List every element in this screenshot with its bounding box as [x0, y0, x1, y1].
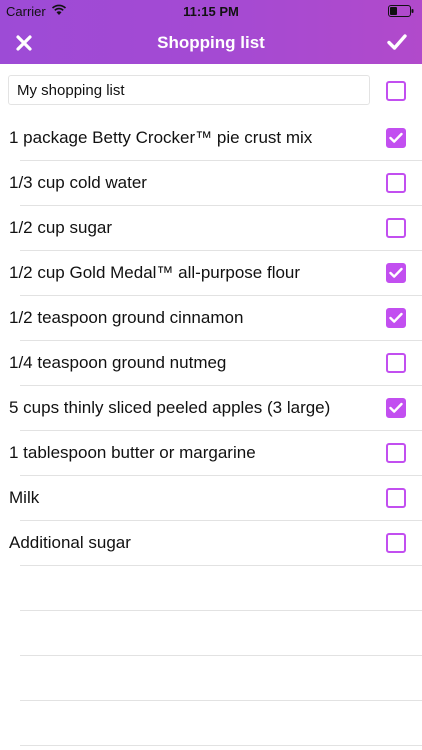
page-title: Shopping list — [157, 33, 265, 52]
item-label: 1/4 teaspoon ground nutmeg — [9, 353, 227, 372]
battery-icon — [388, 5, 414, 17]
checkmark-icon — [389, 312, 403, 323]
list-item[interactable]: 1/2 teaspoon ground cinnamon — [0, 296, 422, 341]
item-label: 1/2 cup Gold Medal™ all-purpose flour — [9, 263, 301, 282]
empty-row — [0, 611, 422, 656]
empty-row — [0, 566, 422, 611]
item-label: 1/2 cup sugar — [9, 218, 113, 237]
list-item[interactable]: 5 cups thinly sliced peeled apples (3 la… — [0, 386, 422, 431]
row-separator — [20, 745, 422, 746]
checkmark-icon[interactable] — [386, 31, 408, 53]
status-bar: Carrier 11:15 PM — [0, 0, 422, 22]
item-label: 1 tablespoon butter or margarine — [9, 443, 256, 462]
item-label: 1/3 cup cold water — [9, 173, 147, 192]
navigation-bar: Shopping list — [0, 22, 422, 64]
item-label: Milk — [9, 488, 40, 507]
header: Carrier 11:15 PM Shopping list — [0, 0, 422, 64]
list-item[interactable]: 1/2 cup sugar — [0, 206, 422, 251]
list-name-input[interactable] — [8, 75, 370, 105]
list-item[interactable]: 1/3 cup cold water — [0, 161, 422, 206]
checkmark-icon — [389, 402, 403, 413]
list-item[interactable]: 1/4 teaspoon ground nutmeg — [0, 341, 422, 386]
item-checkbox[interactable] — [386, 398, 406, 418]
item-label: 1/2 teaspoon ground cinnamon — [9, 308, 244, 327]
list-item[interactable]: Milk — [0, 476, 422, 521]
shopping-list-screen: Carrier 11:15 PM Shopping list My shoppi… — [0, 0, 422, 750]
item-checkbox[interactable] — [386, 263, 406, 283]
item-checkbox[interactable] — [386, 353, 406, 373]
item-checkbox[interactable] — [386, 533, 406, 553]
checkmark-icon — [389, 132, 403, 143]
item-label: Additional sugar — [9, 533, 131, 552]
item-label: 5 cups thinly sliced peeled apples (3 la… — [9, 398, 331, 417]
select-all-checkbox[interactable] — [386, 81, 406, 101]
list-item[interactable]: Additional sugar — [0, 521, 422, 566]
list-item[interactable]: 1 package Betty Crocker™ pie crust mix — [0, 116, 422, 161]
item-checkbox[interactable] — [386, 443, 406, 463]
empty-row — [0, 701, 422, 746]
item-checkbox[interactable] — [386, 308, 406, 328]
list-item[interactable]: 1/2 cup Gold Medal™ all-purpose flour — [0, 251, 422, 296]
list-name-row — [0, 64, 422, 116]
empty-row — [0, 656, 422, 701]
item-checkbox[interactable] — [386, 488, 406, 508]
status-time: 11:15 PM — [183, 4, 239, 19]
item-checkbox[interactable] — [386, 128, 406, 148]
item-checkbox[interactable] — [386, 218, 406, 238]
checkmark-icon — [389, 267, 403, 278]
list-item[interactable]: 1 tablespoon butter or margarine — [0, 431, 422, 476]
shopping-items-list: 1 package Betty Crocker™ pie crust mix 1/… — [0, 116, 422, 746]
item-checkbox[interactable] — [386, 173, 406, 193]
item-label: 1 package Betty Crocker™ pie crust mix — [9, 128, 313, 147]
